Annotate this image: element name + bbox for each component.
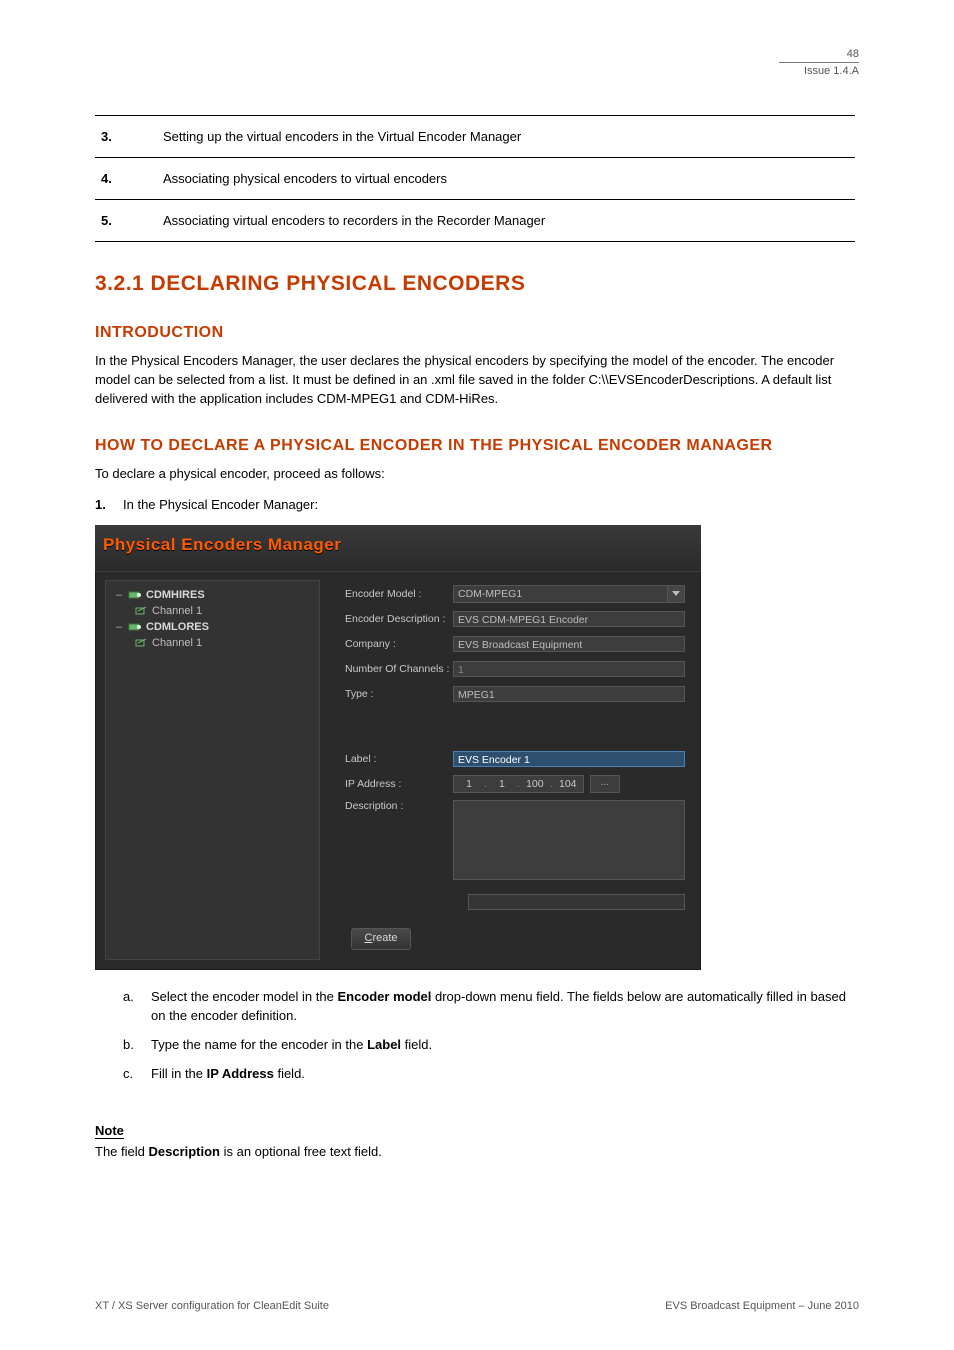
ip-octet[interactable]: 104 [553, 778, 583, 790]
form-label: IP Address : [345, 778, 453, 790]
ip-octet[interactable]: 1 [454, 778, 484, 790]
page: 48 Issue 1.4.A 3. Setting up the virtual… [0, 0, 954, 1350]
ip-address-field: 1 . 1 . 100 . 104 ... [453, 775, 620, 793]
substep-text: Type the name for the encoder in the Lab… [151, 1036, 859, 1055]
tree-encoder-label: CDMLORES [146, 621, 209, 633]
substep-letter: b. [123, 1036, 151, 1055]
app-screenshot: Physical Encoders Manager – CDMHIRES Cha… [95, 525, 701, 970]
stage-table: 3. Setting up the virtual encoders in th… [95, 115, 855, 242]
stage-number: 5. [95, 200, 157, 242]
ip-input[interactable]: 1 . 1 . 100 . 104 [453, 775, 584, 793]
collapse-icon[interactable]: – [114, 621, 124, 633]
form-row-model: Encoder Model : CDM-MPEG1 [345, 585, 685, 603]
channel-icon [134, 637, 148, 649]
tree-node-channel[interactable]: Channel 1 [114, 603, 311, 619]
page-number: 48 [779, 48, 859, 63]
stage-number: 4. [95, 158, 157, 200]
form-row-label: Label : EVS Encoder 1 [345, 750, 685, 768]
substep-row: c. Fill in the IP Address field. [123, 1065, 859, 1084]
stage-number: 3. [95, 116, 157, 158]
form-row-type: Type : MPEG1 [345, 685, 685, 703]
type-input[interactable]: MPEG1 [453, 686, 685, 702]
ip-browse-button[interactable]: ... [590, 775, 620, 793]
form-row-company: Company : EVS Broadcast Equipment [345, 635, 685, 653]
issue-label: Issue 1.4.A [779, 65, 859, 77]
encoder-form: Encoder Model : CDM-MPEG1 Encoder Descri… [345, 585, 685, 887]
step-row: 1. In the Physical Encoder Manager: [95, 496, 859, 515]
channels-input: 1 [453, 661, 685, 677]
stage-text: Setting up the virtual encoders in the V… [157, 116, 855, 158]
form-label: Description : [345, 800, 453, 812]
form-row-ip: IP Address : 1 . 1 . 100 . 104 ... [345, 775, 685, 793]
company-input[interactable]: EVS Broadcast Equipment [453, 636, 685, 652]
form-row-desc: Encoder Description : EVS CDM-MPEG1 Enco… [345, 610, 685, 628]
table-row: 4. Associating physical encoders to virt… [95, 158, 855, 200]
substep-text: Fill in the IP Address field. [151, 1065, 859, 1084]
stage-text: Associating virtual encoders to recorder… [157, 200, 855, 242]
page-footer: XT / XS Server configuration for CleanEd… [95, 1300, 859, 1312]
app-title: Physical Encoders Manager [103, 535, 341, 555]
encoder-tree[interactable]: – CDMHIRES Channel 1 – CDMLORES [105, 580, 320, 960]
stage-text: Associating physical encoders to virtual… [157, 158, 855, 200]
channel-icon [134, 605, 148, 617]
substep-row: a. Select the encoder model in the Encod… [123, 988, 859, 1026]
form-row-channels: Number Of Channels : 1 [345, 660, 685, 678]
encoder-icon [128, 621, 142, 633]
form-label: Label : [345, 753, 453, 765]
form-label: Company : [345, 638, 453, 650]
howto-heading: HOW TO DECLARE A PHYSICAL ENCODER IN THE… [95, 437, 859, 455]
ip-octet[interactable]: 1 [487, 778, 517, 790]
form-row-description: Description : [345, 800, 685, 880]
tree-node-encoder[interactable]: – CDMHIRES [114, 587, 311, 603]
intro-heading: INTRODUCTION [95, 324, 859, 342]
create-button[interactable]: Create [351, 928, 411, 950]
footer-left: XT / XS Server configuration for CleanEd… [95, 1300, 329, 1312]
select-value: CDM-MPEG1 [458, 588, 522, 600]
description-textarea[interactable] [453, 800, 685, 880]
scrollbar-horizontal[interactable] [468, 894, 685, 910]
label-input[interactable]: EVS Encoder 1 [453, 751, 685, 767]
step-text: In the Physical Encoder Manager: [123, 496, 859, 515]
note-block: Note The field Description is an optiona… [95, 1122, 859, 1162]
note-title: Note [95, 1123, 124, 1139]
tree-channel-label: Channel 1 [152, 605, 202, 617]
substep-text: Select the encoder model in the Encoder … [151, 988, 859, 1026]
form-label: Encoder Model : [345, 588, 453, 600]
tree-node-encoder[interactable]: – CDMLORES [114, 619, 311, 635]
encoder-description-input[interactable]: EVS CDM-MPEG1 Encoder [453, 611, 685, 627]
page-header: 48 Issue 1.4.A [779, 48, 859, 77]
form-label: Type : [345, 688, 453, 700]
substep-row: b. Type the name for the encoder in the … [123, 1036, 859, 1055]
form-label: Encoder Description : [345, 613, 453, 625]
intro-paragraph: In the Physical Encoders Manager, the us… [95, 352, 859, 409]
collapse-icon[interactable]: – [114, 589, 124, 601]
tree-encoder-label: CDMHIRES [146, 589, 205, 601]
tree-channel-label: Channel 1 [152, 637, 202, 649]
step-number: 1. [95, 496, 123, 515]
table-row: 3. Setting up the virtual encoders in th… [95, 116, 855, 158]
section-heading: 3.2.1 DECLARING PHYSICAL ENCODERS [95, 272, 859, 296]
footer-right: EVS Broadcast Equipment – June 2010 [665, 1300, 859, 1312]
howto-intro: To declare a physical encoder, proceed a… [95, 465, 859, 484]
tree-node-channel[interactable]: Channel 1 [114, 635, 311, 651]
create-button-rest: reate [372, 932, 397, 944]
table-row: 5. Associating virtual encoders to recor… [95, 200, 855, 242]
chevron-down-icon[interactable] [667, 586, 684, 602]
note-body: The field Description is an optional fre… [95, 1143, 859, 1162]
ip-octet[interactable]: 100 [520, 778, 550, 790]
substep-letter: a. [123, 988, 151, 1026]
substep-letter: c. [123, 1065, 151, 1084]
encoder-icon [128, 589, 142, 601]
encoder-model-select[interactable]: CDM-MPEG1 [453, 585, 685, 603]
form-label: Number Of Channels : [345, 663, 453, 675]
